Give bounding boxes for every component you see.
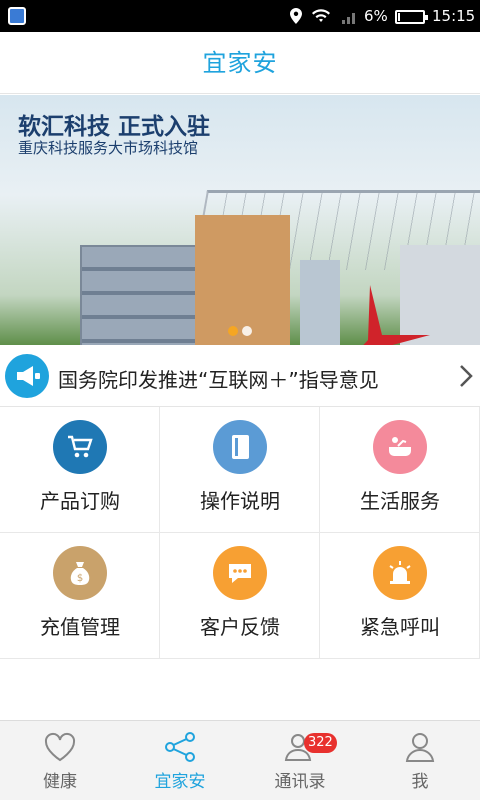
carousel-indicator <box>228 321 256 340</box>
news-ticker[interactable]: 国务院印发推进“互联网＋”指导意见 <box>0 345 480 407</box>
banner-sculpture <box>363 285 430 345</box>
banner-building-2 <box>300 260 340 345</box>
app-notification-icon <box>8 7 26 25</box>
page-title: 宜家安 <box>202 49 278 77</box>
money-bag-icon: $ <box>53 546 107 600</box>
title-bar: 宜家安 <box>0 32 480 94</box>
service-feedback[interactable]: 客户反馈 <box>160 533 320 659</box>
heart-icon <box>44 732 76 762</box>
chevron-right-icon[interactable] <box>454 363 478 389</box>
carousel-dot[interactable] <box>242 326 252 336</box>
service-label: 生活服务 <box>360 489 440 513</box>
battery-icon <box>395 10 428 24</box>
service-grid: 产品订购 操作说明 生活服务 $ 充值管理 客户反馈 紧急呼叫 <box>0 407 480 659</box>
service-label: 紧急呼叫 <box>360 615 440 639</box>
alarm-light-icon <box>373 546 427 600</box>
cart-icon <box>53 420 107 474</box>
nav-label: 宜家安 <box>154 772 206 792</box>
nav-label: 我 <box>411 772 429 792</box>
banner-subline: 重庆科技服务大市场科技馆 <box>18 139 199 157</box>
banner-headline: 软汇科技 正式入驻 <box>18 114 211 140</box>
nav-label: 通讯录 <box>274 772 326 792</box>
share-icon <box>165 732 195 762</box>
carousel-dot[interactable] <box>228 326 238 336</box>
bottom-navigation: 健康 宜家安 322 通讯录 我 <box>0 720 480 800</box>
service-label: 客户反馈 <box>200 615 280 639</box>
service-label: 操作说明 <box>200 489 280 513</box>
news-headline: 国务院印发推进“互联网＋”指导意见 <box>58 368 379 392</box>
clock: 15:15 <box>432 7 476 25</box>
nav-label: 健康 <box>43 772 77 792</box>
banner-carousel[interactable]: 软汇科技 正式入驻 重庆科技服务大市场科技馆 <box>0 95 480 345</box>
service-product-order[interactable]: 产品订购 <box>0 407 160 533</box>
nav-contacts[interactable]: 322 通讯录 <box>240 721 360 801</box>
book-icon <box>213 420 267 474</box>
wifi-icon <box>312 9 330 22</box>
location-icon <box>290 8 302 24</box>
megaphone-icon <box>5 354 49 398</box>
service-label: 充值管理 <box>40 615 120 639</box>
battery-percent: 6% <box>364 7 388 25</box>
service-emergency-call[interactable]: 紧急呼叫 <box>320 533 480 659</box>
service-life-services[interactable]: 生活服务 <box>320 407 480 533</box>
unread-badge: 322 <box>304 733 337 753</box>
service-recharge[interactable]: $ 充值管理 <box>0 533 160 659</box>
chat-bubble-icon <box>213 546 267 600</box>
signal-icon <box>342 13 355 24</box>
service-label: 产品订购 <box>40 489 120 513</box>
nav-health[interactable]: 健康 <box>0 721 120 801</box>
user-icon <box>405 733 435 762</box>
nav-me[interactable]: 我 <box>360 721 480 801</box>
nav-home[interactable]: 宜家安 <box>120 721 240 801</box>
status-bar: 6% 15:15 <box>0 0 480 32</box>
service-instructions[interactable]: 操作说明 <box>160 407 320 533</box>
bathtub-icon <box>373 420 427 474</box>
svg-text:$: $ <box>77 573 83 584</box>
